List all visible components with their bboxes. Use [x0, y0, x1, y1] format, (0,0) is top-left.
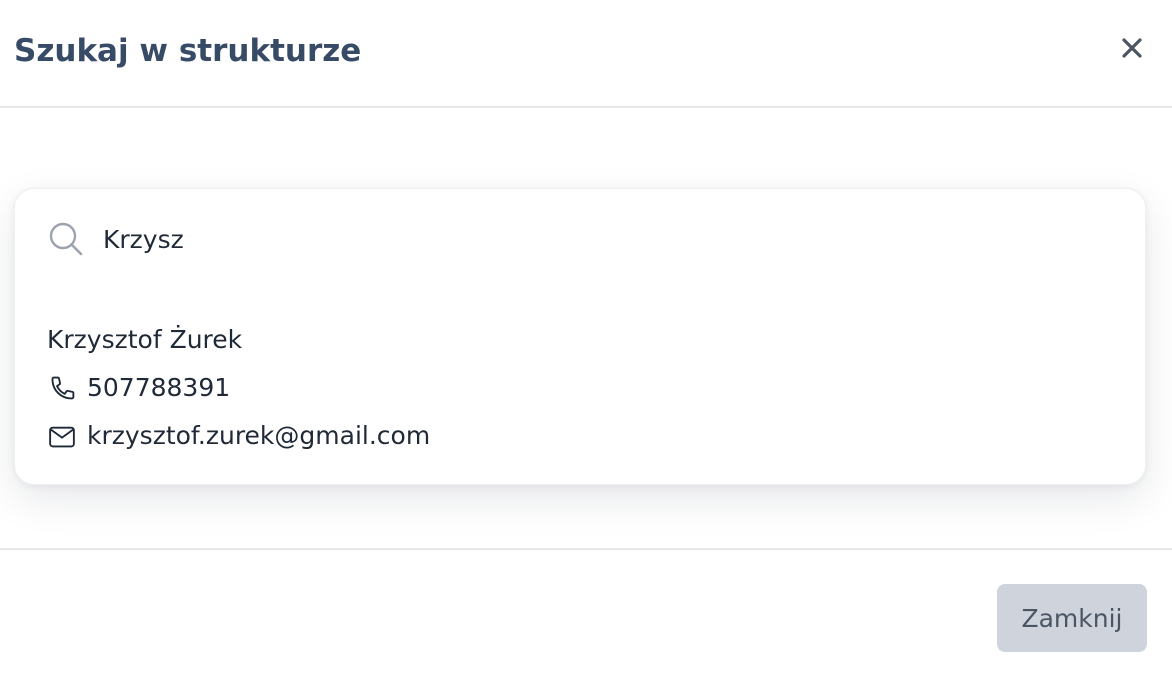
search-card: Krzysztof Żurek 507788391 krzysztof.zure… [14, 188, 1146, 485]
close-button[interactable] [1113, 29, 1151, 67]
search-row [47, 217, 1107, 261]
search-modal: Szukaj w strukturze Krzysztof Żurek [0, 0, 1172, 679]
modal-header: Szukaj w strukturze [0, 0, 1172, 108]
result-phone-text: 507788391 [87, 373, 231, 402]
result-email-text: krzysztof.zurek@gmail.com [87, 421, 431, 450]
modal-footer: Zamknij [0, 548, 1172, 679]
mail-icon [49, 426, 75, 448]
phone-icon [51, 376, 75, 400]
search-icon [49, 222, 83, 256]
search-input[interactable] [103, 219, 1083, 259]
close-icon [1122, 38, 1142, 58]
close-footer-button[interactable]: Zamknij [997, 584, 1147, 652]
search-result-item[interactable]: Krzysztof Żurek 507788391 krzysztof.zure… [47, 315, 1107, 465]
result-name: Krzysztof Żurek [47, 325, 243, 354]
modal-body: Krzysztof Żurek 507788391 krzysztof.zure… [0, 108, 1172, 550]
modal-title: Szukaj w strukturze [14, 33, 362, 69]
